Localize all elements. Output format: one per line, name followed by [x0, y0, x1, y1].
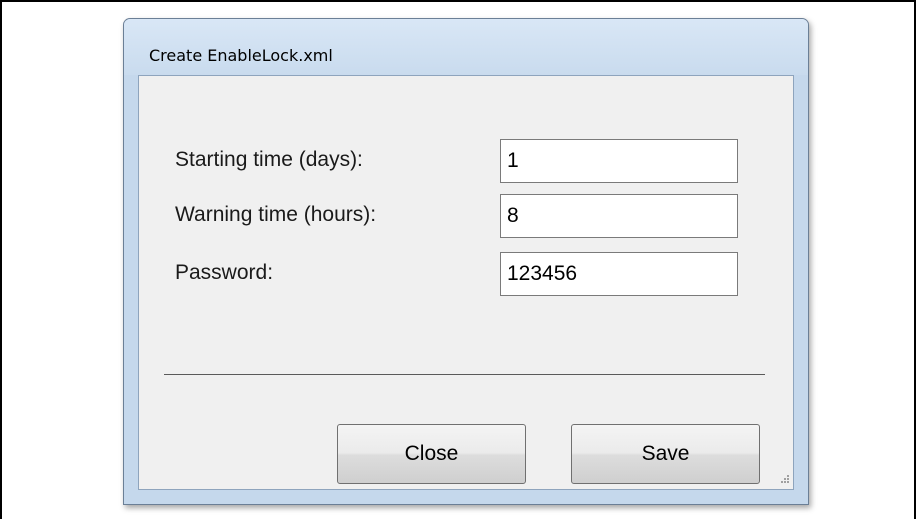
resize-grip-icon[interactable] [778, 474, 790, 486]
starting-time-input[interactable] [500, 139, 738, 183]
title-bar[interactable]: Create EnableLock.xml [124, 19, 808, 75]
window-title: Create EnableLock.xml [149, 46, 333, 65]
password-label: Password: [175, 261, 274, 284]
dialog-client-area: Starting time (days): Warning time (hour… [138, 75, 794, 490]
close-button[interactable]: Close [337, 424, 526, 484]
starting-time-label: Starting time (days): [175, 148, 363, 171]
warning-time-label: Warning time (hours): [175, 203, 377, 226]
warning-time-input[interactable] [500, 194, 738, 238]
password-input[interactable] [500, 252, 738, 296]
separator-line [164, 374, 765, 375]
dialog-window: Create EnableLock.xml Starting time (day… [123, 18, 809, 505]
save-button[interactable]: Save [571, 424, 760, 484]
